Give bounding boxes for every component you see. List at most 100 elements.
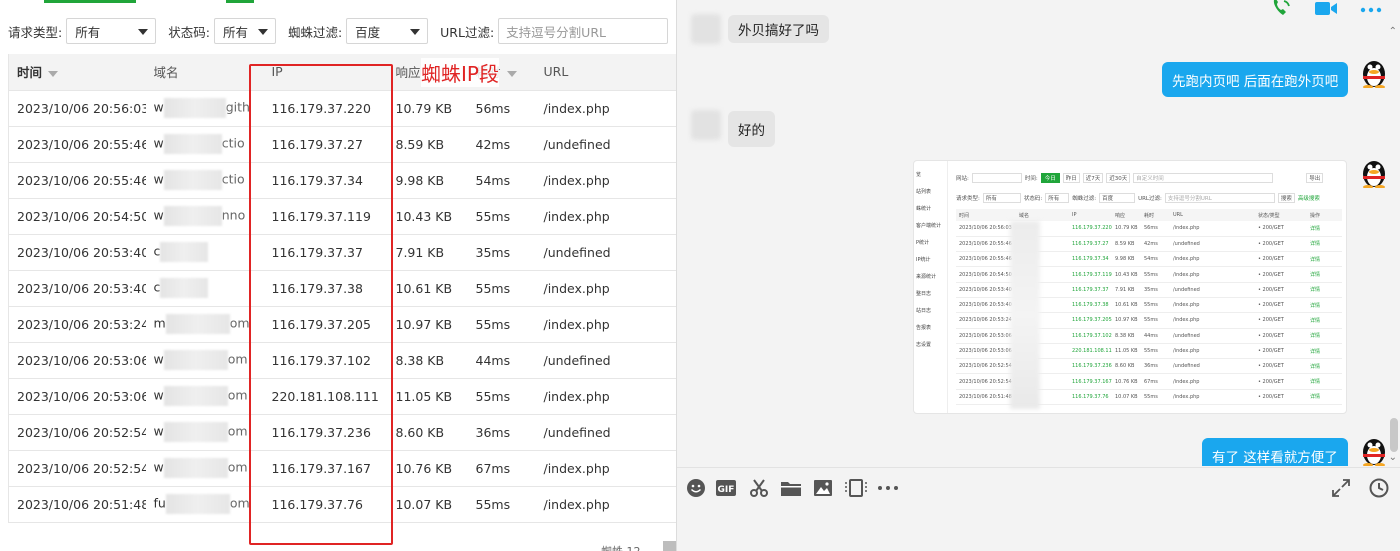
screenshot-detail-link: 详情 <box>1307 297 1342 314</box>
domain-suffix: nno <box>221 207 246 223</box>
cell-response-size: 9.98 KB <box>387 162 468 199</box>
col-header-time[interactable]: 时间 <box>8 54 146 91</box>
screenshot-cell: 2023/10/06 20:53:40 <box>956 282 1016 298</box>
folder-icon[interactable] <box>780 478 802 498</box>
spider-ip-annotation: 蜘蛛IP段 <box>421 58 499 87</box>
screenshot-cell: 2023/10/06 20:52:54 <box>956 373 1016 390</box>
screenshot-cell: 54ms <box>1141 251 1170 268</box>
screenshot-cell: 44ms <box>1141 328 1170 344</box>
spider-filter-label: 蜘蛛过滤: <box>287 24 343 40</box>
domain-redaction <box>165 314 230 334</box>
screen-record-icon[interactable] <box>845 478 867 498</box>
spider-filter-select[interactable]: 百度 <box>346 18 429 44</box>
screenshot-sidebar-item: 览 <box>916 172 922 178</box>
message-area[interactable]: 外贝搞好了吗 先跑内页吧 后面在跑外页吧 好的 览站列表 蛛统计 客户端统计 P统计 I… <box>677 0 1400 466</box>
screenshot-time-label: 时间: <box>1024 175 1038 182</box>
history-icon[interactable] <box>1368 478 1390 498</box>
col-header-domain-label: 域名 <box>153 65 179 81</box>
screenshot-cell: 116.179.37.27 <box>1069 236 1112 253</box>
screenshot-detail-link: 详情 <box>1307 266 1342 283</box>
message-input[interactable] <box>677 507 1400 551</box>
avatar[interactable] <box>691 110 721 140</box>
scroll-down-icon[interactable]: ⌄ <box>1389 452 1397 463</box>
gif-icon[interactable]: GIF <box>715 478 737 498</box>
more-icon[interactable] <box>1360 3 1382 18</box>
screenshot-cell: 116.179.37.38 <box>1069 297 1112 314</box>
chat-scrollbar-thumb[interactable] <box>1390 418 1398 452</box>
screenshot-range-button: 近7天 <box>1082 172 1104 183</box>
avatar[interactable] <box>691 14 721 44</box>
expand-icon[interactable] <box>1330 478 1352 498</box>
screenshot-cell: /undefined <box>1170 328 1255 344</box>
more-dots-icon[interactable] <box>877 478 899 498</box>
domain-suffix: om <box>227 459 248 475</box>
scroll-up-icon[interactable]: ⌃ <box>1389 26 1397 37</box>
screenshot-cell: 55ms <box>1141 297 1170 314</box>
cell-url: /index.php <box>535 306 676 343</box>
screenshot-cell: 2023/10/06 20:52:54 <box>956 358 1016 375</box>
cell-time: 2023/10/06 20:53:24 <box>8 306 146 343</box>
screenshot-cell: 8.59 KB <box>1112 236 1141 253</box>
sort-icon[interactable] <box>48 70 59 77</box>
cell-time: 2023/10/06 20:55:46 <box>8 126 146 163</box>
screenshot-range-button: 近30天 <box>1106 172 1131 183</box>
cell-response-size: 10.97 KB <box>387 306 468 343</box>
penguin-avatar-icon[interactable] <box>1359 156 1389 188</box>
screenshot-cell: /index.php <box>1170 297 1255 314</box>
tab-indicator[interactable] <box>44 0 136 3</box>
screenshot-spider-label: 蜘蛛过滤: <box>1072 195 1097 202</box>
scissors-icon[interactable] <box>748 478 770 498</box>
screenshot-status: • 200/GET <box>1255 236 1307 253</box>
screenshot-sidebar-item: 站列表 <box>916 189 932 195</box>
cell-duration: 35ms <box>467 234 536 271</box>
screenshot-cell: 10.97 KB <box>1112 312 1141 329</box>
cell-duration: 55ms <box>467 486 536 523</box>
screenshot-image[interactable]: 览站列表 蛛统计 客户端统计 P统计 IP统计 来源统计 整日志 站日志 告报表 志设置 网站: … <box>913 160 1347 414</box>
cell-time: 2023/10/06 20:51:48 <box>8 486 146 523</box>
screenshot-cell: /undefined <box>1170 282 1255 298</box>
url-filter-input[interactable]: 支持逗号分割URL <box>498 18 669 44</box>
cell-duration: 56ms <box>467 90 536 127</box>
screenshot-cell: 56ms <box>1141 221 1170 237</box>
sort-icon[interactable] <box>506 70 517 77</box>
screenshot-col-header: 响应 <box>1112 209 1141 221</box>
request-type-select[interactable]: 所有 <box>66 18 157 44</box>
phone-icon[interactable] <box>1270 0 1292 22</box>
screenshot-redaction <box>1010 221 1040 409</box>
chevron-down-icon <box>138 29 149 35</box>
cell-url: /index.php <box>535 90 676 127</box>
screenshot-export-button: 导出 <box>1306 172 1324 183</box>
footer-control[interactable] <box>663 541 676 551</box>
chat-window: 外贝搞好了吗 先跑内页吧 后面在跑外页吧 好的 览站列表 蛛统计 客户端统计 P统计 I… <box>676 0 1400 551</box>
screenshot-sidebar-item: 站日志 <box>916 308 932 314</box>
request-type-value: 所有 <box>75 24 101 40</box>
cell-time: 2023/10/06 20:53:40 <box>8 234 146 271</box>
domain-redaction <box>163 206 222 226</box>
video-call-icon[interactable] <box>1314 0 1338 21</box>
screenshot-cell: 2023/10/06 20:53:06 <box>956 343 1016 360</box>
screenshot-cell: 116.179.37.220 <box>1069 221 1112 237</box>
screenshot-cell: 116.179.37.102 <box>1069 328 1112 344</box>
screenshot-status: • 200/GET <box>1255 297 1307 314</box>
domain-redaction <box>163 458 228 478</box>
screenshot-cell: 116.179.37.37 <box>1069 282 1112 298</box>
domain-redaction <box>163 170 222 190</box>
screenshot-status-select: 所有 <box>1045 192 1070 203</box>
penguin-avatar-icon[interactable] <box>1359 434 1389 466</box>
screenshot-col-header: 状态/类型 <box>1255 209 1307 221</box>
status-code-select[interactable]: 所有 <box>213 18 276 44</box>
cell-url: /index.php <box>535 486 676 523</box>
image-icon[interactable] <box>812 478 834 498</box>
screenshot-cell: 10.79 KB <box>1112 221 1141 237</box>
penguin-avatar-icon[interactable] <box>1359 56 1389 88</box>
chevron-down-icon <box>257 29 268 35</box>
cell-response-size: 7.91 KB <box>387 234 468 271</box>
spider-filter-value: 百度 <box>355 24 381 40</box>
screenshot-cell: /index.php <box>1170 343 1255 360</box>
chevron-down-icon <box>410 29 421 35</box>
cell-duration: 55ms <box>467 306 536 343</box>
domain-prefix: c <box>153 279 161 295</box>
tab-indicator[interactable] <box>226 0 254 3</box>
cell-response-size: 8.60 KB <box>387 414 468 451</box>
emoji-icon[interactable] <box>685 478 707 498</box>
